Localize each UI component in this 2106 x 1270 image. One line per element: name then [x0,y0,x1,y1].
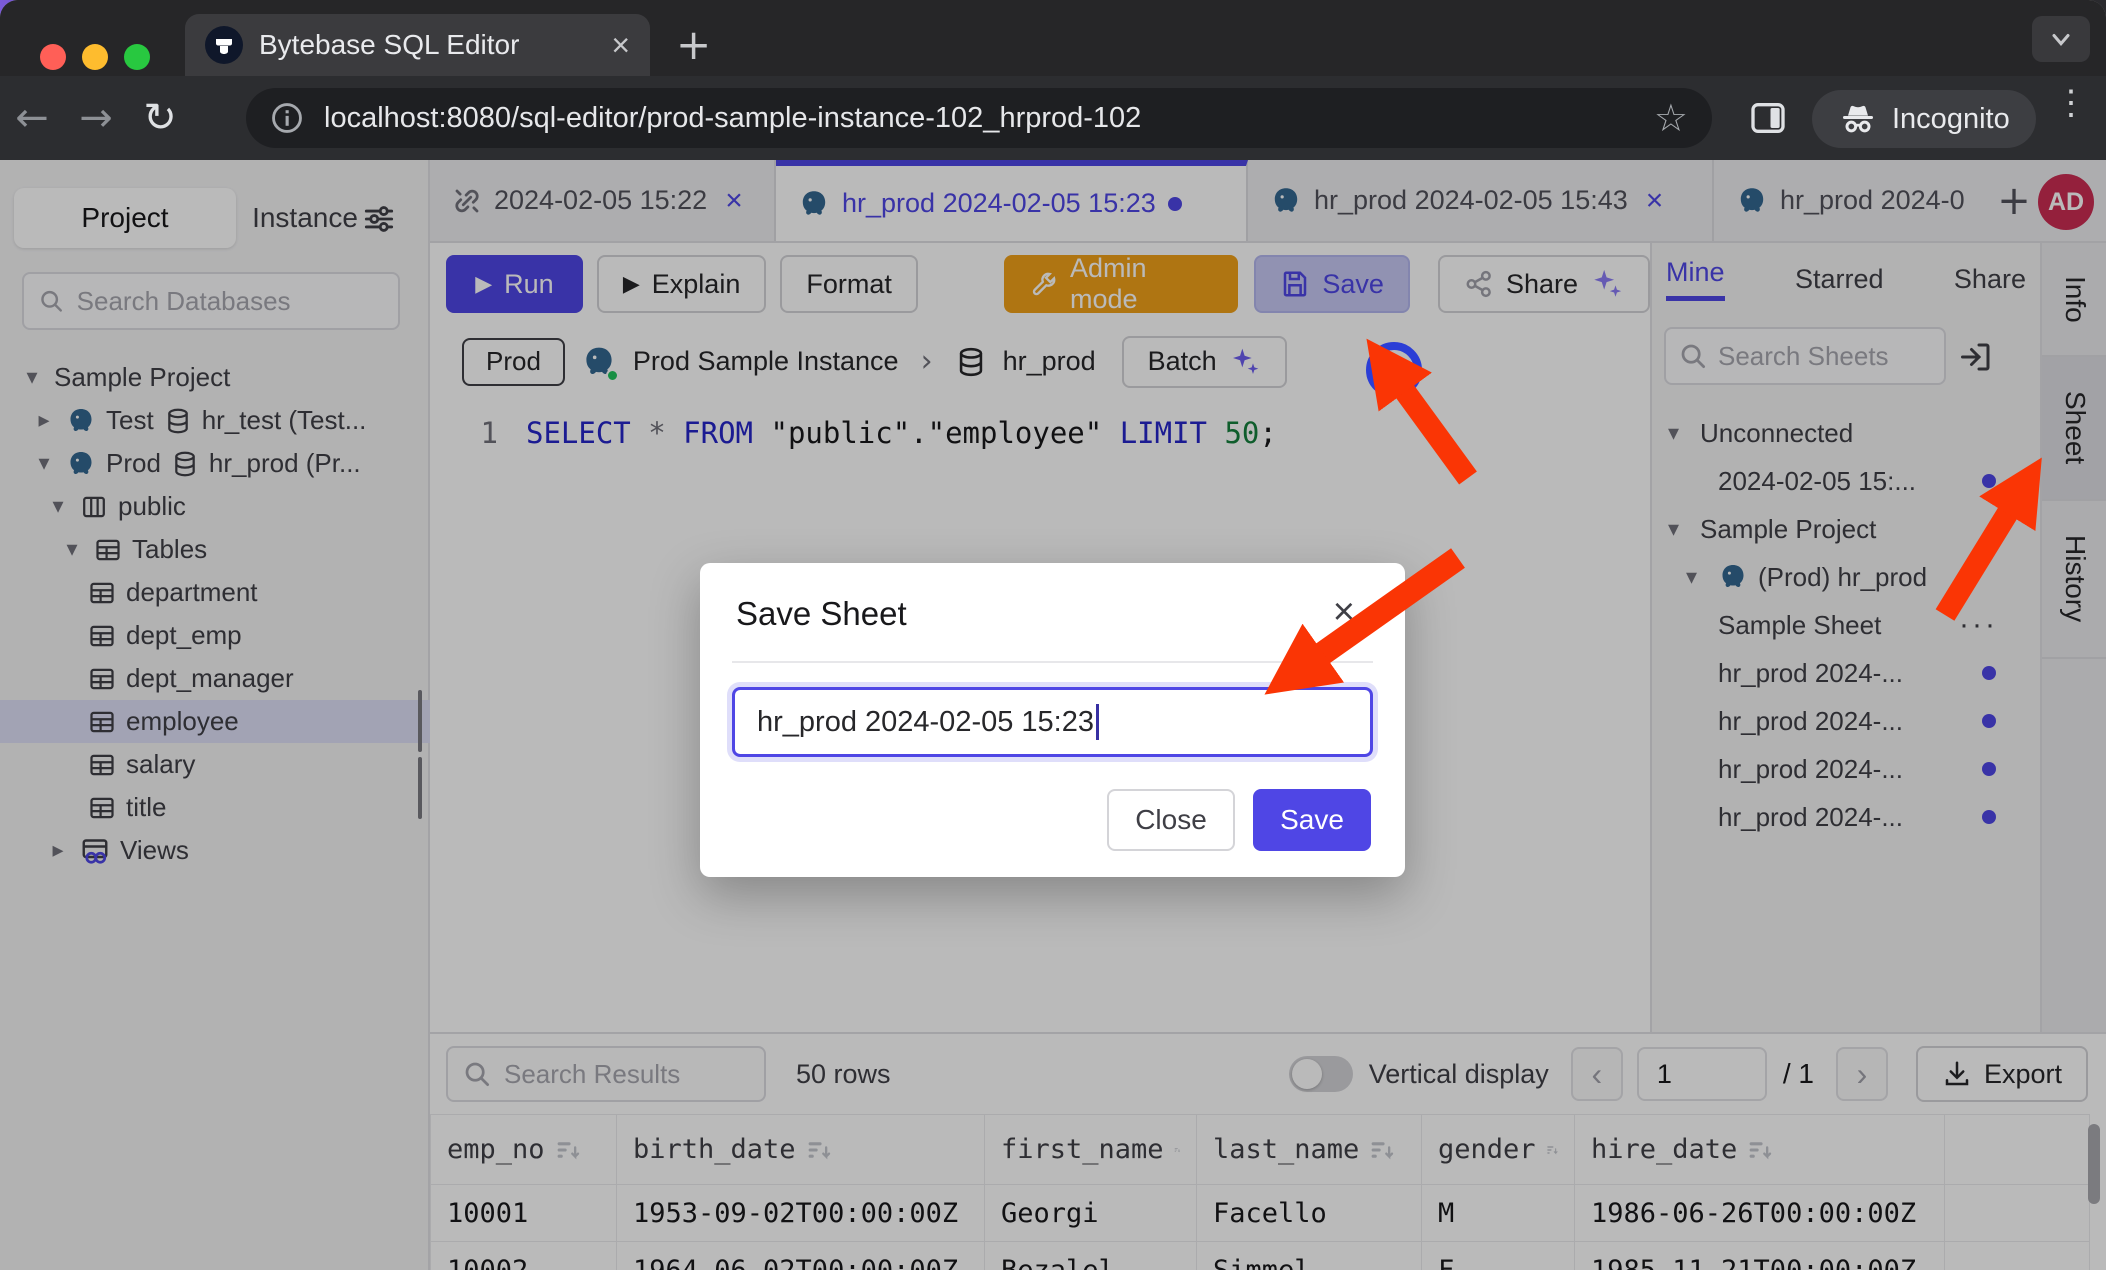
back-icon[interactable]: ← [0,95,64,141]
save-sheet-dialog: Save Sheet × hr_prod 2024-02-05 15:23 Cl… [700,563,1405,877]
browser-tabstrip: Bytebase SQL Editor × + [0,0,2106,76]
zoom-window-button[interactable] [124,44,150,70]
bytebase-favicon-icon [205,26,243,64]
incognito-badge: Incognito [1812,90,2036,148]
browser-tab[interactable]: Bytebase SQL Editor × [185,14,650,76]
sheet-name-input[interactable]: hr_prod 2024-02-05 15:23 [732,687,1373,757]
sheet-name-value: hr_prod 2024-02-05 15:23 [757,706,1094,739]
browser-window: Bytebase SQL Editor × + ← → ↻ localhost:… [0,0,2106,1270]
bookmark-star-icon[interactable]: ☆ [1654,96,1688,140]
dialog-save-button[interactable]: Save [1253,789,1371,851]
dialog-close-button[interactable]: Close [1107,789,1235,851]
minimize-window-button[interactable] [82,44,108,70]
browser-menu-icon[interactable]: ⋮ [2054,96,2084,110]
incognito-label: Incognito [1892,103,2010,136]
annotation-circle [1366,342,1422,398]
browser-chrome: Bytebase SQL Editor × + ← → ↻ localhost:… [0,0,2106,160]
tab-search-button[interactable] [2032,16,2090,62]
new-tab-button[interactable]: + [676,26,711,64]
dialog-close-icon[interactable]: × [1333,593,1355,631]
incognito-icon [1838,102,1878,136]
site-info-icon[interactable] [270,101,304,135]
side-panel-icon[interactable] [1748,98,1788,143]
forward-icon[interactable]: → [64,95,128,141]
chevron-down-icon [2047,25,2075,53]
close-window-button[interactable] [40,44,66,70]
url-bar[interactable]: localhost:8080/sql-editor/prod-sample-in… [246,88,1712,148]
browser-tab-title: Bytebase SQL Editor [259,29,595,61]
browser-toolbar: ← → ↻ localhost:8080/sql-editor/prod-sam… [0,76,2106,160]
dialog-title: Save Sheet [736,595,907,633]
reload-icon[interactable]: ↻ [128,95,192,141]
url-text[interactable]: localhost:8080/sql-editor/prod-sample-in… [324,102,1634,135]
close-tab-icon[interactable]: × [611,29,630,61]
dialog-divider [732,661,1373,663]
text-caret [1096,704,1099,740]
